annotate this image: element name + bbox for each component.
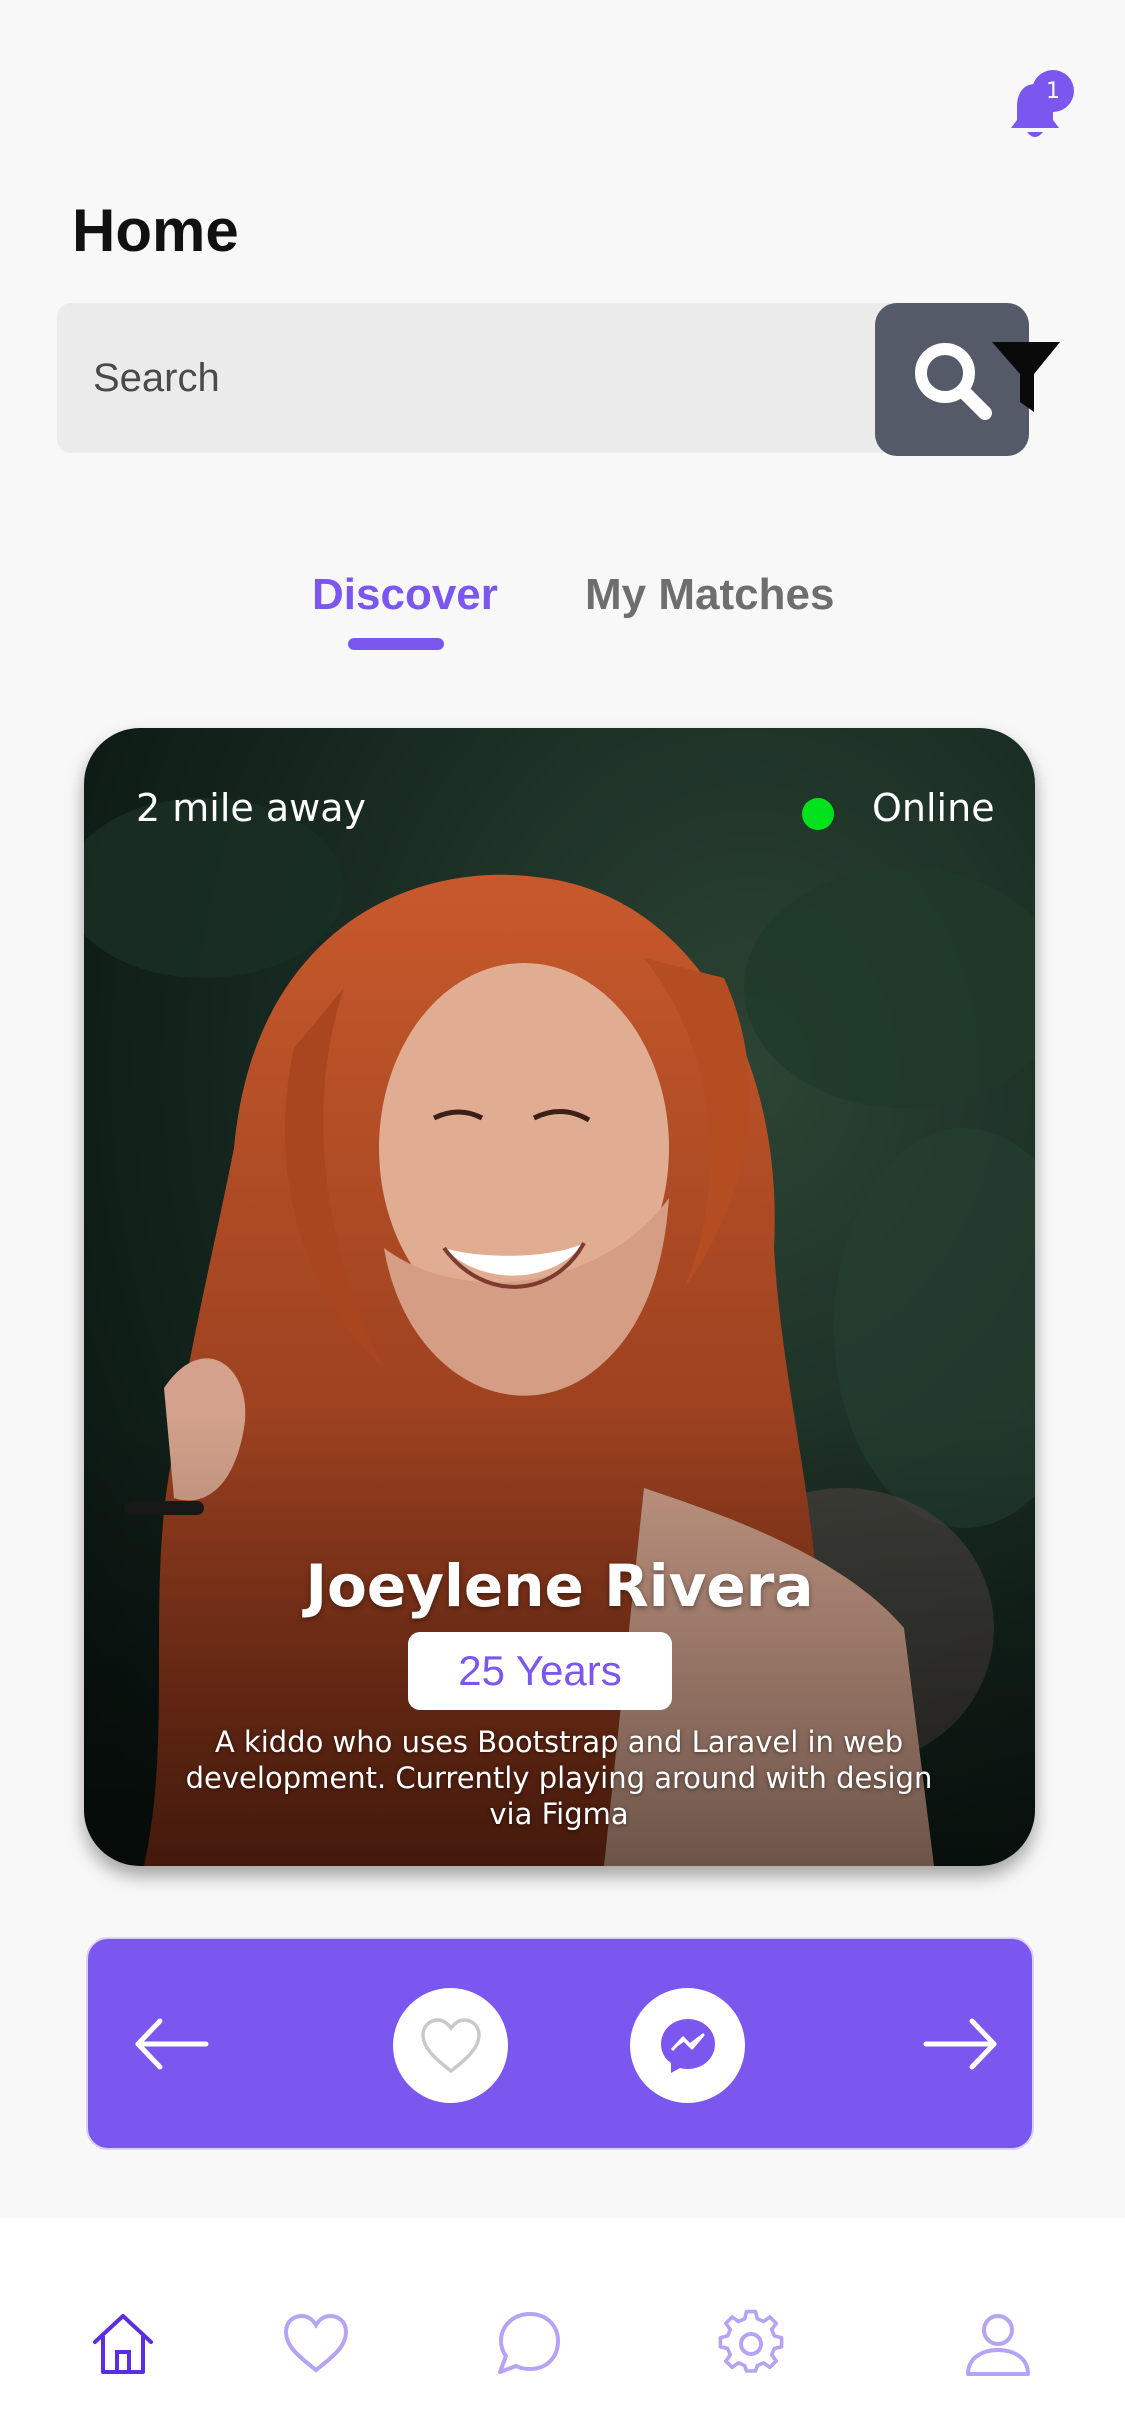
notification-bell[interactable]: 1 [1005,70,1075,140]
tab-discover[interactable]: Discover [312,570,498,620]
online-status-dot [802,798,834,830]
profile-card[interactable]: 2 mile away Online Joeylene Rivera 25 Ye… [84,728,1035,1866]
profile-name: Joeylene Rivera [305,1552,814,1620]
page-title: Home [72,197,239,264]
search-bar [57,303,1029,456]
distance-label: 2 mile away [136,786,366,830]
active-tab-indicator [348,638,444,650]
home-icon[interactable] [87,2308,159,2380]
gear-icon[interactable] [715,2308,787,2380]
message-button[interactable] [630,1988,745,2103]
search-icon [915,342,992,420]
user-icon[interactable] [962,2308,1034,2380]
filter-icon[interactable] [990,338,1062,416]
bottom-nav [0,2218,1125,2436]
like-button[interactable] [393,1988,508,2103]
action-bar [86,1937,1034,2150]
chat-icon[interactable] [492,2308,564,2380]
search-input[interactable] [93,303,833,453]
online-status-label: Online [872,786,995,830]
messenger-icon [660,2018,715,2073]
notification-badge: 1 [1032,70,1074,112]
heart-icon [420,2017,481,2073]
age-badge: 25 Years [408,1632,672,1710]
tab-my-matches[interactable]: My Matches [585,570,834,620]
heart-icon[interactable] [280,2308,352,2380]
profile-bio: A kiddo who uses Bootstrap and Laravel i… [185,1725,933,1831]
arrow-left-icon[interactable] [132,2009,212,2079]
arrow-right-icon[interactable] [920,2009,1000,2079]
